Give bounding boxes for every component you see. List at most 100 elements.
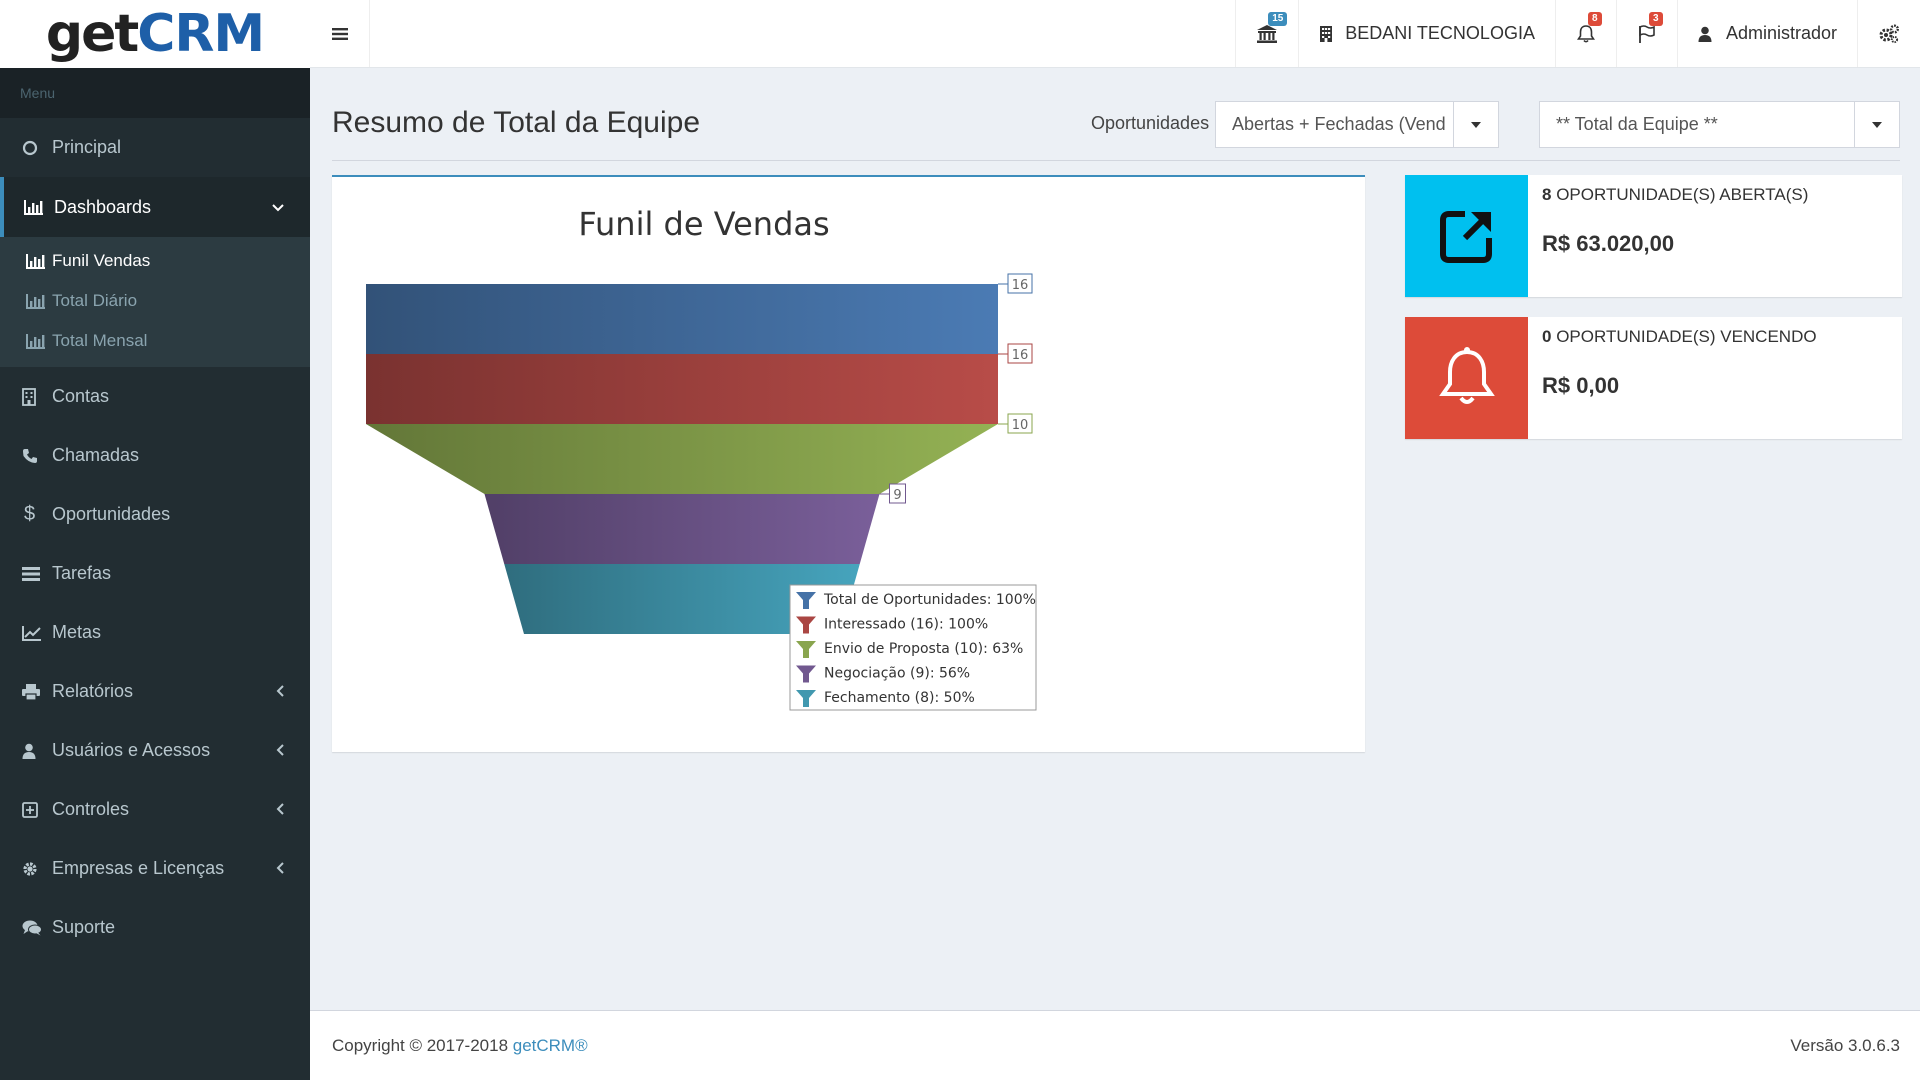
sidebar-toggle-button[interactable]: [310, 0, 370, 67]
funnel-layer[interactable]: [366, 354, 998, 424]
notifications-badge: 8: [1587, 12, 1602, 26]
data-label: 9: [893, 488, 901, 503]
bar-chart-icon: [26, 294, 45, 309]
sidebar-item-relatorios[interactable]: Relatórios: [0, 662, 310, 721]
chevron-left-icon: [276, 802, 284, 818]
user-icon: [22, 743, 36, 759]
sidebar-item-metas[interactable]: Metas: [0, 603, 310, 662]
select-value: ** Total da Equipe **: [1556, 114, 1718, 134]
flags-menu[interactable]: 3: [1615, 0, 1677, 67]
flag-icon: [1639, 24, 1655, 43]
getcrm-link[interactable]: getCRM®: [513, 1036, 588, 1055]
team-select[interactable]: ** Total da Equipe **: [1539, 101, 1900, 148]
info-icon-container: [1405, 317, 1528, 439]
due-value: R$ 0,00: [1542, 373, 1620, 398]
tasks-icon: [22, 566, 40, 581]
settings-button[interactable]: [1857, 0, 1920, 67]
flags-badge: 3: [1648, 12, 1663, 26]
chevron-down-icon: [272, 199, 284, 215]
logo[interactable]: get CRM: [0, 0, 310, 68]
print-icon: [22, 683, 40, 700]
sidebar-subitem-total-mensal[interactable]: Total Mensal: [0, 321, 310, 361]
user-icon: [1698, 26, 1712, 42]
sidebar-item-label: Dashboards: [54, 196, 152, 217]
legend-item[interactable]: Negociação (9): 56%: [824, 666, 970, 682]
caret-down-icon: [1453, 102, 1498, 147]
sidebar-item-label: Chamadas: [52, 445, 140, 465]
bell-icon: [1576, 24, 1595, 43]
open-opportunities-info-box[interactable]: 8 OPORTUNIDADE(S) ABERTA(S) R$ 63.020,00: [1405, 175, 1902, 297]
due-label: OPORTUNIDADE(S) VENCENDO: [1551, 327, 1817, 346]
chevron-left-icon: [276, 684, 284, 700]
dollar-icon: $: [24, 503, 36, 525]
bell-icon: [1438, 347, 1495, 404]
footer: Copyright © 2017-2018 getCRM® Versão 3.0…: [310, 1010, 1920, 1080]
chart-legend: Total de Oportunidades: 100% Interessado …: [789, 584, 1037, 711]
select-value: Abertas + Fechadas (Vend: [1232, 114, 1446, 134]
legend-item[interactable]: Envio de Proposta (10): 63%: [824, 641, 1023, 657]
top-navbar: 15 BEDANI TECNOLOGIA 8 3 Administrador: [310, 0, 1920, 68]
copyright-text: Copyright © 2017-2018: [332, 1035, 513, 1055]
chevron-left-icon: [276, 743, 284, 759]
data-label: 16: [1012, 348, 1029, 363]
sidebar-item-empresas[interactable]: Empresas e Licenças: [0, 839, 310, 898]
funnel-layer[interactable]: [484, 494, 880, 564]
legend-item[interactable]: Interessado (16): 100%: [824, 617, 988, 633]
info-icon-container: [1405, 175, 1528, 297]
sidebar-subitem-label: Total Mensal: [52, 331, 148, 350]
sidebar-item-tarefas[interactable]: Tarefas: [0, 544, 310, 603]
user-menu[interactable]: Administrador: [1676, 0, 1857, 67]
comments-icon: [22, 920, 42, 935]
circle-icon: [22, 140, 38, 155]
bank-menu[interactable]: 15: [1235, 0, 1298, 67]
sidebar-item-dashboards[interactable]: Dashboards: [0, 177, 310, 237]
bank-badge: 15: [1268, 12, 1288, 26]
logo-text-crm: CRM: [137, 4, 265, 64]
plus-square-icon: [22, 801, 38, 818]
dashboards-submenu: Funil Vendas Total Diário Total Mensal: [0, 237, 310, 367]
sidebar-item-label: Oportunidades: [52, 504, 171, 524]
funnel-chart: Funil de Vendas 16 16 10 9 Total de Oportun…: [366, 205, 1037, 711]
sidebar-header: Menu: [0, 68, 310, 118]
sidebar-item-label: Principal: [52, 137, 122, 157]
building-icon: [22, 387, 36, 406]
funnel-layer[interactable]: [366, 284, 998, 354]
sidebar-item-label: Metas: [52, 622, 102, 642]
line-chart-icon: [22, 625, 41, 641]
sidebar-item-usuarios[interactable]: Usuários e Acessos: [0, 721, 310, 780]
legend-item[interactable]: Fechamento (8): 50%: [824, 690, 975, 706]
sidebar-item-label: Relatórios: [52, 681, 134, 701]
company-menu[interactable]: BEDANI TECNOLOGIA: [1298, 0, 1555, 67]
open-label: OPORTUNIDADE(S) ABERTA(S): [1551, 185, 1809, 204]
opportunities-filter-select[interactable]: Abertas + Fechadas (Vend: [1215, 101, 1499, 148]
sidebar-item-label: Suporte: [52, 917, 116, 937]
sidebar-item-contas[interactable]: Contas: [0, 367, 310, 426]
legend-item[interactable]: Total de Oportunidades: 100%: [823, 592, 1036, 608]
sidebar-subitem-label: Funil Vendas: [52, 251, 151, 270]
sidebar: Menu Principal Dashboards Funil Vendas T…: [0, 68, 310, 1080]
notifications-menu[interactable]: 8: [1554, 0, 1616, 67]
sidebar-subitem-funil-vendas[interactable]: Funil Vendas: [0, 241, 310, 281]
bar-chart-icon: [26, 254, 45, 269]
sidebar-item-label: Empresas e Licenças: [52, 858, 225, 878]
sidebar-item-chamadas[interactable]: Chamadas: [0, 426, 310, 485]
sidebar-subitem-total-diario[interactable]: Total Diário: [0, 281, 310, 321]
sidebar-item-principal[interactable]: Principal: [0, 118, 310, 177]
sidebar-item-controles[interactable]: Controles: [0, 780, 310, 839]
bar-chart-icon: [26, 334, 45, 349]
due-opportunities-info-box[interactable]: 0 OPORTUNIDADE(S) VENCENDO R$ 0,00: [1405, 317, 1902, 439]
chevron-left-icon: [276, 861, 284, 877]
open-value: R$ 63.020,00: [1542, 231, 1675, 256]
building-icon: [1320, 25, 1333, 42]
sidebar-item-label: Tarefas: [52, 563, 112, 583]
filter-label: Oportunidades: [1091, 113, 1210, 133]
external-link-icon: [1439, 211, 1492, 263]
sidebar-item-suporte[interactable]: Suporte: [0, 898, 310, 957]
title-divider: [332, 160, 1900, 161]
company-name: BEDANI TECNOLOGIA: [1345, 23, 1535, 43]
data-label: 16: [1012, 278, 1029, 293]
sidebar-item-oportunidades[interactable]: $ Oportunidades: [0, 485, 310, 544]
phone-icon: [23, 448, 37, 463]
caret-down-icon: [1854, 102, 1899, 147]
bar-chart-icon: [24, 200, 43, 215]
